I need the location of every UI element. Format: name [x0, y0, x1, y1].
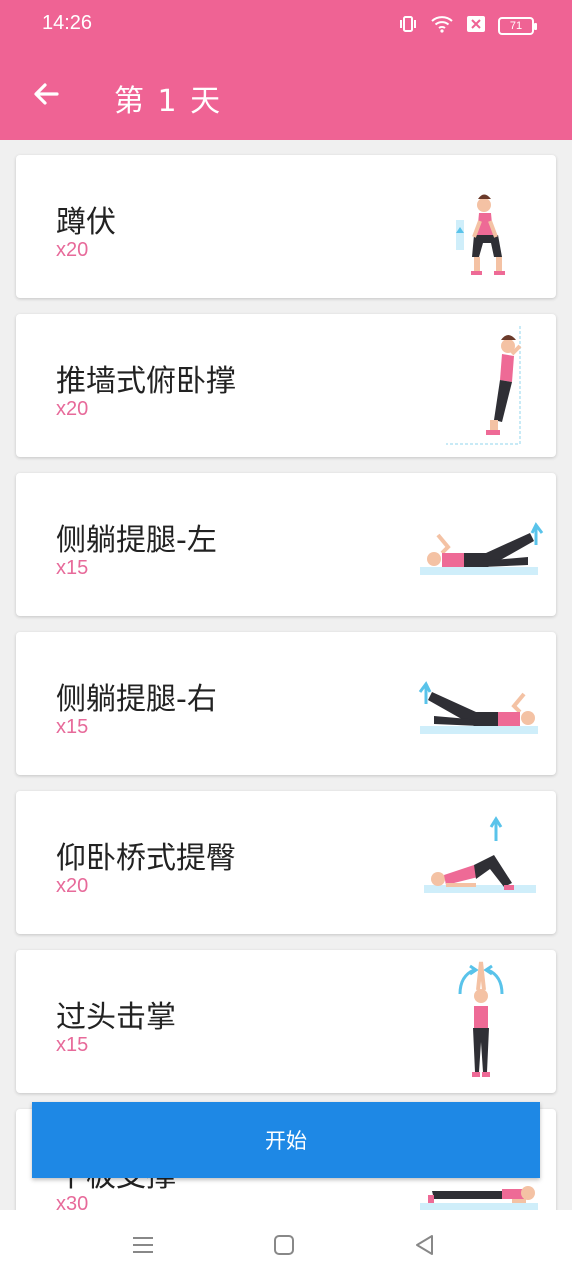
exercise-card[interactable]: 侧躺提腿-右 x15 — [16, 632, 556, 775]
arrow-left-icon — [34, 83, 59, 105]
wall-pushup-illustration — [446, 326, 522, 445]
page-title: 第 1 天 — [114, 84, 223, 119]
status-bar: 14:26 71 — [0, 0, 572, 52]
sim-off-icon — [466, 15, 486, 37]
start-button[interactable]: 开始 — [32, 1102, 540, 1178]
app-bar: 第 1 天 — [0, 52, 572, 140]
exercise-count: x15 — [56, 1034, 89, 1056]
exercise-card[interactable]: 蹲伏 x20 — [16, 155, 556, 298]
exercise-list[interactable]: 蹲伏 x20 推墙式俯卧撑 x20 侧躺提腿-左 x15 侧躺提腿-右 x15 … — [0, 140, 572, 1210]
back-button[interactable] — [26, 74, 66, 114]
glute-bridge-illustration — [424, 816, 536, 893]
exercise-count: x15 — [56, 716, 89, 738]
exercise-name: 侧躺提腿-右 — [56, 682, 217, 717]
overhead-clap-illustration — [458, 961, 504, 1077]
back-triangle-icon[interactable] — [412, 1232, 438, 1258]
exercise-card[interactable]: 推墙式俯卧撑 x20 — [16, 314, 556, 457]
menu-icon[interactable] — [130, 1232, 156, 1258]
exercise-name: 仰卧桥式提臀 — [56, 841, 236, 876]
home-icon[interactable] — [271, 1232, 297, 1258]
exercise-count: x15 — [56, 557, 89, 579]
exercise-card[interactable]: 过头击掌 x15 — [16, 950, 556, 1093]
exercise-count: x20 — [56, 398, 89, 420]
status-time: 14:26 — [42, 12, 93, 34]
side-leg-raise-right-illustration — [418, 681, 538, 734]
exercise-name: 侧躺提腿-左 — [56, 523, 217, 558]
status-icons: 71 — [398, 14, 537, 38]
exercise-card[interactable]: 仰卧桥式提臀 x20 — [16, 791, 556, 934]
system-nav-bar — [0, 1210, 572, 1280]
battery-icon: 71 — [498, 17, 537, 35]
squat-illustration — [456, 194, 505, 275]
exercise-name: 推墙式俯卧撑 — [56, 364, 236, 399]
exercise-name: 蹲伏 — [56, 205, 116, 240]
exercise-count: x20 — [56, 875, 89, 897]
exercise-count: x30 — [56, 1193, 89, 1210]
wifi-icon — [430, 14, 454, 38]
exercise-name: 过头击掌 — [56, 1000, 176, 1035]
side-leg-raise-left-illustration — [420, 522, 544, 575]
exercise-count: x20 — [56, 239, 89, 261]
vibrate-icon — [398, 14, 418, 38]
exercise-card[interactable]: 侧躺提腿-左 x15 — [16, 473, 556, 616]
